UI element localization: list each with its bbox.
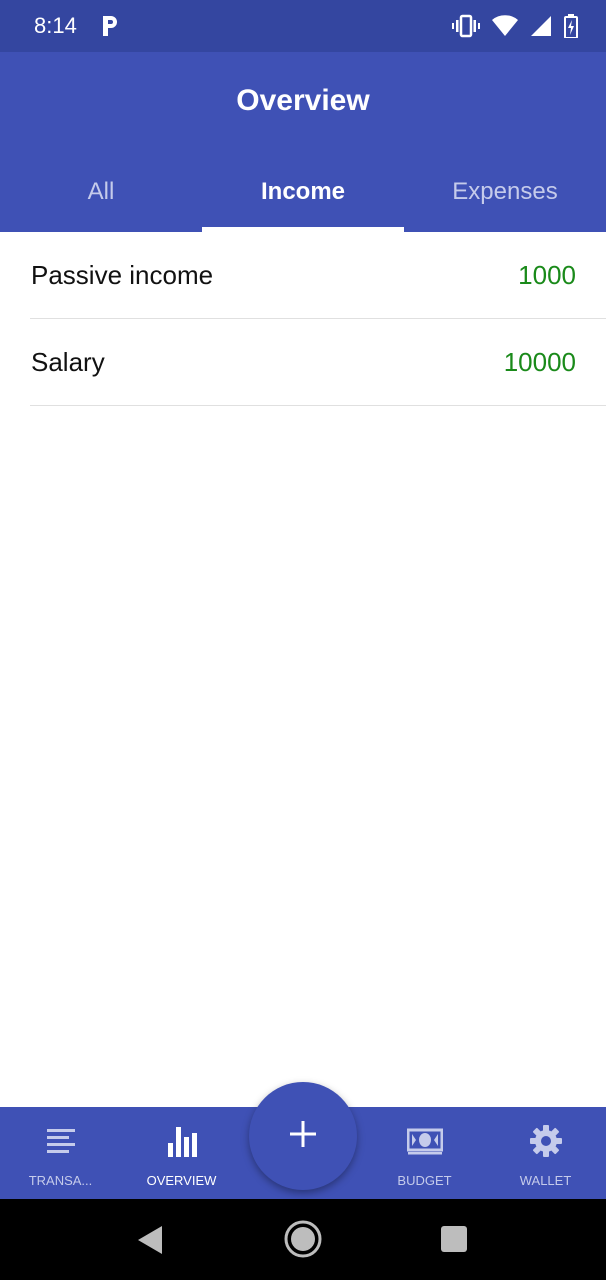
nav-item-wallet[interactable]: WALLET	[485, 1107, 606, 1199]
status-icons	[452, 14, 578, 38]
status-bar: 8:14	[0, 0, 606, 52]
system-navigation-bar	[0, 1199, 606, 1280]
nav-item-budget[interactable]: BUDGET	[364, 1107, 485, 1199]
list-item[interactable]: Passive income 1000	[0, 232, 606, 319]
status-time: 8:14	[34, 13, 77, 38]
item-amount: 1000	[518, 260, 576, 290]
nav-label: TRANSA...	[28, 1173, 93, 1188]
income-list: Passive income 1000 Salary 10000	[0, 232, 606, 406]
tab-income[interactable]: Income	[202, 152, 404, 232]
add-button[interactable]	[249, 1082, 357, 1190]
back-icon[interactable]	[136, 1225, 164, 1260]
page-title: Overview	[236, 84, 370, 117]
item-name: Salary	[31, 347, 105, 377]
signal-icon	[530, 15, 552, 37]
money-icon	[406, 1123, 443, 1159]
list-item[interactable]: Salary 10000	[0, 319, 606, 406]
tab-bar: All Income Expenses	[0, 152, 606, 232]
home-icon[interactable]	[284, 1220, 322, 1263]
recents-icon[interactable]	[441, 1226, 467, 1257]
nav-label: WALLET	[519, 1173, 572, 1188]
item-amount: 10000	[503, 347, 576, 377]
nav-item-overview[interactable]: OVERVIEW	[121, 1107, 242, 1199]
parking-app-icon	[100, 14, 120, 38]
nav-item-transactions[interactable]: TRANSA...	[0, 1107, 121, 1199]
tab-expenses[interactable]: Expenses	[404, 152, 606, 232]
app-bar: Overview All Income Expenses	[0, 52, 606, 232]
gear-icon	[529, 1123, 563, 1159]
battery-icon	[564, 14, 578, 38]
item-name: Passive income	[31, 260, 214, 290]
nav-label: BUDGET	[397, 1173, 452, 1188]
tab-all[interactable]: All	[0, 152, 202, 232]
plus-icon	[289, 1120, 317, 1153]
wifi-icon	[492, 15, 518, 37]
vibrate-icon	[452, 14, 480, 38]
bar-chart-icon	[167, 1123, 197, 1159]
nav-label: OVERVIEW	[146, 1173, 217, 1188]
transactions-list-icon	[46, 1123, 76, 1159]
